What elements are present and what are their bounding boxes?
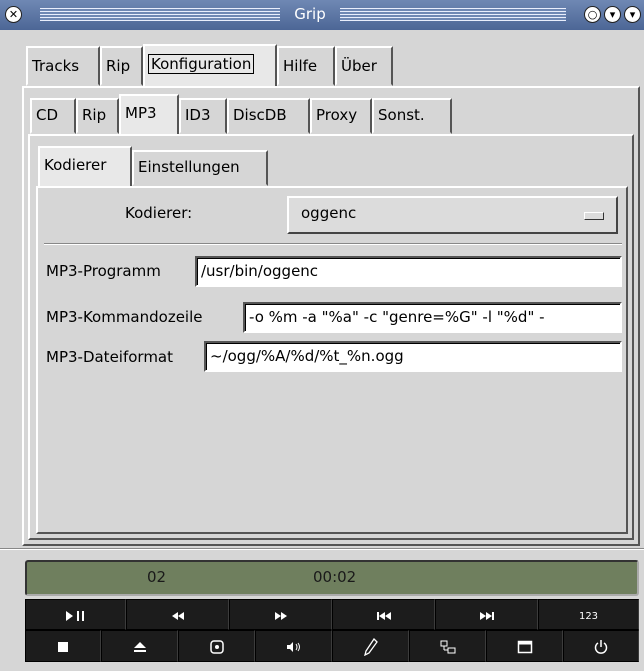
toggle-view-button[interactable] — [409, 630, 486, 662]
encoder-select[interactable]: oggenc — [287, 196, 618, 234]
tab-kodierer[interactable]: Kodierer — [38, 146, 132, 188]
edit-button[interactable] — [332, 630, 409, 662]
toggle-view-icon — [440, 640, 455, 653]
next-track-icon — [479, 611, 494, 620]
previous-track-icon — [376, 611, 391, 620]
program-label: MP3-Programm — [46, 262, 161, 280]
volume-button[interactable] — [255, 630, 332, 662]
maximize-icon[interactable]: ○ — [584, 6, 601, 23]
shade-icon[interactable]: ▾ — [604, 6, 621, 23]
window-icon — [517, 640, 532, 653]
tab-mp3[interactable]: MP3 — [119, 94, 179, 136]
track-order-button[interactable]: 123 — [538, 599, 639, 630]
title-bar: ✕ Grip ○ ▾ ▾ — [0, 0, 644, 30]
separator-player — [0, 548, 644, 550]
encoder-label: Kodierer: — [125, 204, 193, 222]
cmdline-field[interactable]: -o %m -a "%a" -c "genre=%G" -l "%d" - — [243, 302, 622, 333]
track-order-icon: 123 — [578, 611, 599, 622]
window-button[interactable] — [486, 630, 563, 662]
fileformat-field[interactable]: ~/ogg/%A/%d/%t_%n.ogg — [204, 341, 622, 372]
tab-rip[interactable]: Rip — [100, 46, 143, 86]
previous-track-button[interactable] — [332, 599, 435, 630]
rewind-button[interactable] — [126, 599, 229, 630]
tab-cd[interactable]: CD — [30, 98, 76, 134]
cmdline-label: MP3-Kommandozeile — [46, 308, 203, 326]
eject-button[interactable] — [101, 630, 178, 662]
play-pause-icon — [65, 610, 84, 621]
fast-forward-icon — [274, 611, 287, 620]
tab-discdb[interactable]: DiscDB — [227, 98, 310, 134]
close-icon[interactable]: ✕ — [5, 6, 22, 23]
status-display: 02 00:02 — [25, 560, 639, 596]
edit-icon — [363, 637, 378, 656]
disc-icon — [209, 639, 224, 654]
volume-icon — [286, 641, 300, 652]
stop-icon — [58, 641, 68, 652]
play-pause-button[interactable] — [25, 599, 126, 630]
program-field[interactable]: /usr/bin/oggenc — [195, 256, 622, 287]
separator — [44, 243, 622, 245]
title-bar-stripes-right — [340, 8, 566, 21]
option-menu-indicator-icon — [584, 212, 604, 220]
title-bar-stripes-left — [40, 8, 280, 21]
disc-button[interactable] — [178, 630, 255, 662]
power-icon — [594, 639, 608, 654]
track-time: 00:02 — [313, 568, 357, 586]
track-number: 02 — [147, 568, 167, 586]
tab-hilfe[interactable]: Hilfe — [277, 46, 335, 86]
power-button[interactable] — [563, 630, 639, 662]
tab-proxy[interactable]: Proxy — [310, 98, 372, 134]
fast-forward-button[interactable] — [229, 599, 332, 630]
tab-ueber[interactable]: Über — [335, 46, 393, 86]
minimize-icon[interactable]: ▾ — [624, 6, 641, 23]
tab-sonst[interactable]: Sonst. — [372, 98, 452, 134]
window-title: Grip — [294, 5, 326, 23]
fileformat-label: MP3-Dateiformat — [46, 348, 174, 366]
stop-button[interactable] — [25, 630, 101, 662]
tab-konfiguration[interactable]: Konfiguration — [143, 44, 277, 88]
tab-config-rip[interactable]: Rip — [76, 98, 119, 134]
rewind-icon — [171, 611, 184, 620]
eject-icon — [133, 641, 146, 652]
tab-id3[interactable]: ID3 — [179, 98, 227, 134]
next-track-button[interactable] — [435, 599, 538, 630]
tab-tracks[interactable]: Tracks — [26, 46, 100, 86]
tab-einstellungen[interactable]: Einstellungen — [132, 150, 268, 186]
encoder-select-value: oggenc — [301, 204, 357, 222]
